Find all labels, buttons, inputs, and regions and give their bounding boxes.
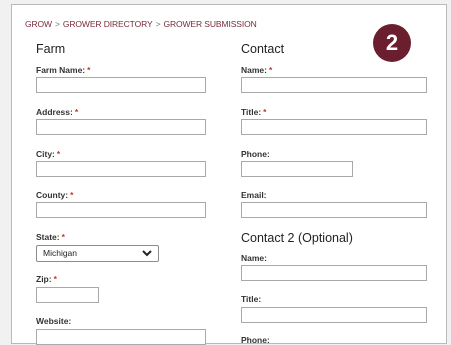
contact-title-label: Title: * (241, 107, 267, 117)
contact-name-label: Name: * (241, 65, 273, 75)
contact-section-title: Contact (241, 42, 285, 56)
contact-email-label: Email: (241, 190, 267, 200)
breadcrumb-item-grower-submission: GROWER SUBMISSION (163, 19, 257, 29)
website-label: Website: (36, 316, 72, 326)
breadcrumb-item-grower-directory[interactable]: GROWER DIRECTORY (63, 19, 153, 29)
county-label: County: * (36, 190, 74, 200)
farm-section-title: Farm (36, 42, 66, 56)
state-select[interactable]: Michigan (36, 245, 159, 262)
contact2-name-label: Name: (241, 253, 267, 263)
zip-label: Zip: * (36, 274, 57, 284)
county-input[interactable] (36, 202, 206, 218)
contact-email-input[interactable] (241, 202, 427, 218)
website-input[interactable] (36, 329, 206, 345)
contact2-title-input[interactable] (241, 307, 427, 323)
city-label: City: * (36, 149, 61, 159)
farm-name-input[interactable] (36, 77, 206, 93)
contact-name-input[interactable] (241, 77, 427, 93)
contact2-name-input[interactable] (241, 265, 427, 281)
contact-phone-input[interactable] (241, 161, 353, 177)
contact2-title-label: Title: (241, 294, 262, 304)
contact2-section-title: Contact 2 (Optional) (241, 231, 353, 245)
breadcrumb: GROW > GROWER DIRECTORY > GROWER SUBMISSION (25, 19, 257, 29)
breadcrumb-separator: > (54, 19, 60, 29)
city-input[interactable] (36, 161, 206, 177)
contact-title-input[interactable] (241, 119, 427, 135)
contact2-phone-label: Phone: (241, 335, 270, 345)
state-label: State: * (36, 232, 65, 242)
breadcrumb-separator: > (155, 19, 161, 29)
contact-phone-label: Phone: (241, 149, 270, 159)
step-number-badge: 2 (373, 24, 411, 62)
state-select-value: Michigan (43, 248, 78, 258)
address-label: Address: * (36, 107, 79, 117)
farm-name-label: Farm Name: * (36, 65, 91, 75)
chevron-down-icon (142, 250, 152, 257)
breadcrumb-item-grow[interactable]: GROW (25, 19, 52, 29)
address-input[interactable] (36, 119, 206, 135)
zip-input[interactable] (36, 287, 99, 303)
